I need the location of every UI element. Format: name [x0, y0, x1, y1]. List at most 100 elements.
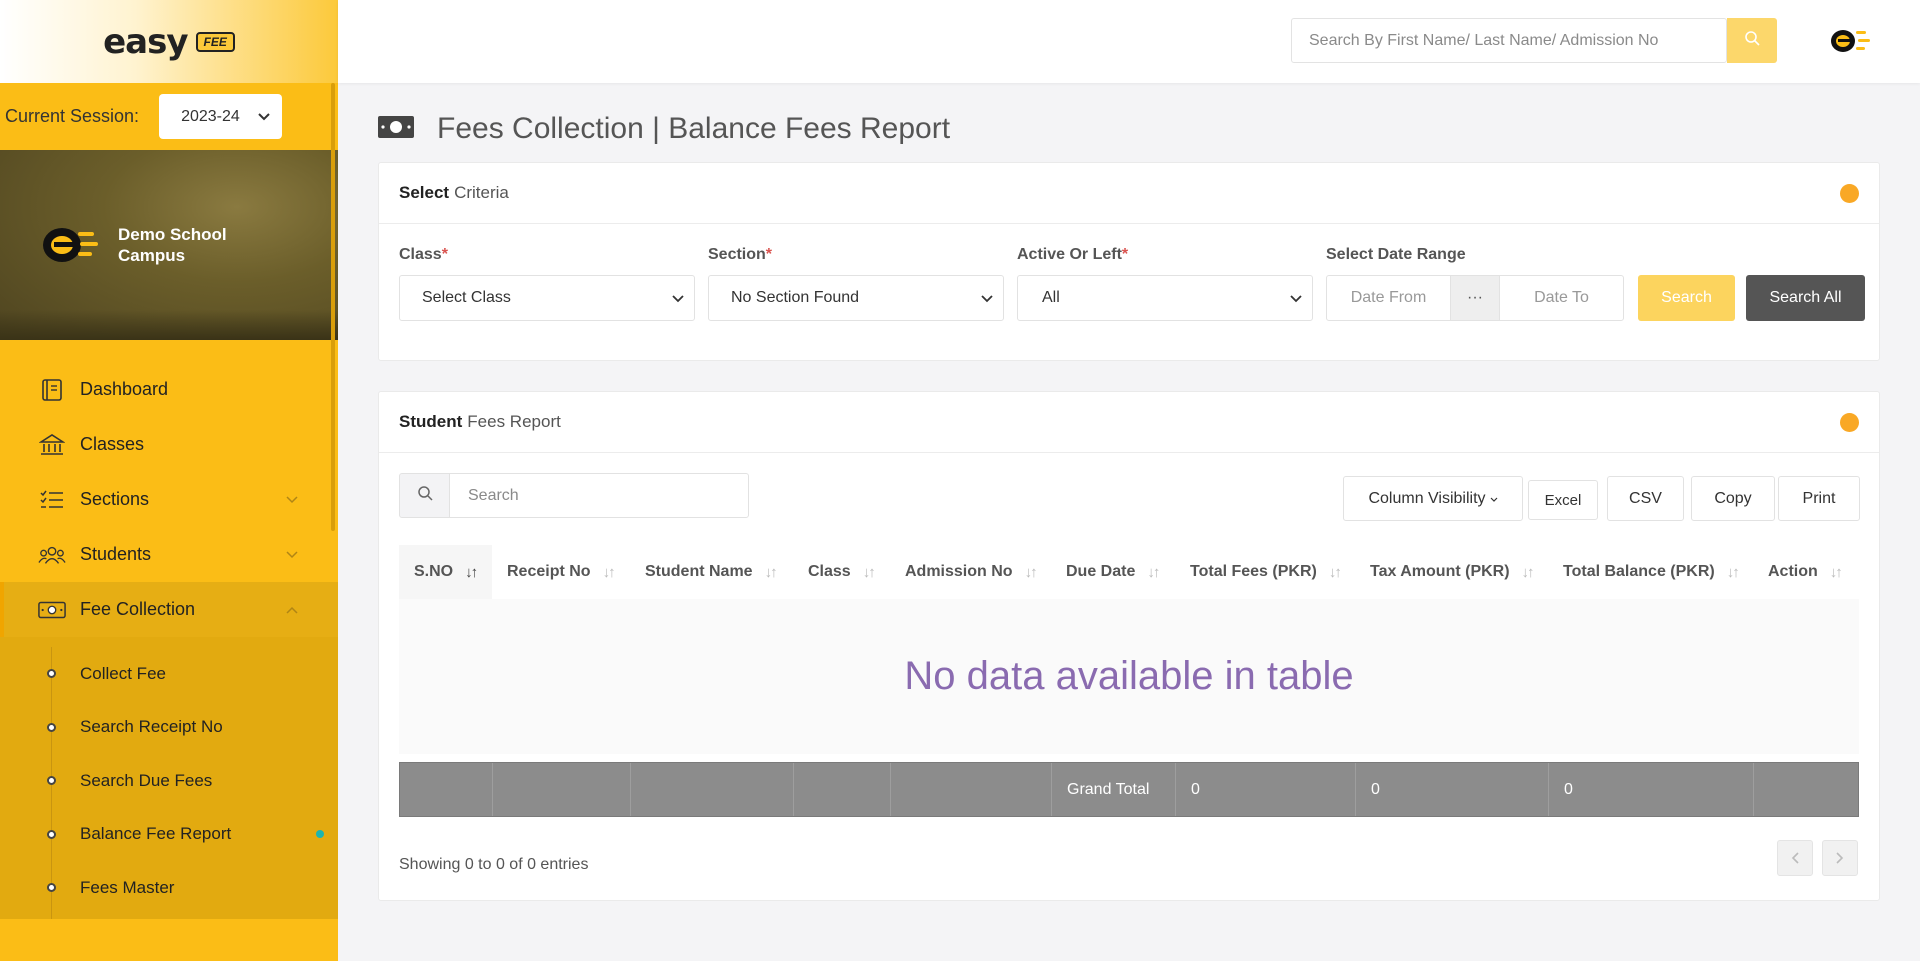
footer-cell — [794, 763, 891, 816]
collapse-toggle-icon[interactable] — [1840, 412, 1859, 432]
empty-table-message: No data available in table — [399, 599, 1859, 754]
sidebar-menu: Dashboard Classes Sections Students Fee … — [0, 340, 338, 919]
brand-logo[interactable]: easy FEE — [103, 22, 235, 62]
page-title: Fees Collection | Balance Fees Report — [377, 112, 950, 146]
grand-total-tax: 0 — [1356, 763, 1549, 816]
chevron-down-icon — [286, 548, 298, 562]
submenu-item-search-due-fees[interactable]: Search Due Fees — [0, 754, 338, 808]
search-all-button[interactable]: Search All — [1746, 275, 1865, 321]
sidebar-item-fee-collection[interactable]: Fee Collection — [0, 582, 338, 637]
global-search-button[interactable] — [1727, 18, 1777, 63]
csv-button[interactable]: CSV — [1607, 476, 1684, 521]
column-header-student-name[interactable]: Student Name ↓↑ — [630, 545, 793, 599]
date-range-label: Select Date Range — [1326, 246, 1466, 263]
sidebar-item-label: Sections — [80, 489, 150, 509]
chevron-down-icon — [286, 493, 298, 507]
submenu-item-label: Fees Master — [80, 877, 175, 897]
session-value: 2023-24 — [181, 107, 240, 125]
sort-icon: ↓↑ — [465, 563, 478, 581]
page-title-text: Fees Collection | Balance Fees Report — [437, 112, 951, 145]
submenu-item-label: Balance Fee Report — [80, 824, 232, 844]
date-from-input[interactable]: Date From — [1326, 275, 1451, 321]
column-header-tax-amount[interactable]: Tax Amount (PKR) ↓↑ — [1355, 545, 1548, 599]
chevron-right-icon — [1836, 848, 1844, 869]
sidebar: easy FEE Current Session: 2023-24 Demo S… — [0, 0, 338, 961]
search-button[interactable]: Search — [1638, 275, 1735, 321]
column-header-admission-no[interactable]: Admission No ↓↑ — [890, 545, 1051, 599]
sidebar-item-label: Fee Collection — [80, 599, 196, 619]
class-label: Class* — [399, 246, 448, 263]
date-to-input[interactable]: Date To — [1499, 275, 1624, 321]
collapse-toggle-icon[interactable] — [1840, 183, 1859, 203]
bullet-icon — [47, 722, 56, 732]
card-title-bold: Student — [399, 412, 463, 431]
sidebar-item-label: Students — [80, 544, 152, 564]
active-or-left-select[interactable]: All — [1017, 275, 1313, 321]
copy-button[interactable]: Copy — [1691, 476, 1775, 521]
student-fees-report-card: Student Fees Report Search Column Visibi… — [378, 391, 1880, 901]
table-footer-row: Grand Total 0 0 0 — [399, 762, 1859, 817]
chevron-down-icon — [981, 291, 993, 306]
column-header-action[interactable]: Action ↓↑ — [1753, 545, 1859, 599]
column-header-total-balance[interactable]: Total Balance (PKR) ↓↑ — [1548, 545, 1753, 599]
sort-icon: ↓↑ — [1829, 563, 1843, 581]
chevron-left-icon — [1791, 848, 1799, 869]
table-search-icon-box — [399, 473, 450, 518]
sort-icon: ↓↑ — [1328, 563, 1342, 581]
bullet-icon — [47, 829, 56, 839]
table-search-input[interactable]: Search — [449, 473, 749, 518]
sort-icon: ↓↑ — [1726, 563, 1740, 581]
date-range-separator: ··· — [1451, 275, 1499, 321]
table-info: Showing 0 to 0 of 0 entries — [399, 856, 589, 873]
sections-icon — [38, 486, 66, 514]
table-header-row: S.NO ↓↑ Receipt No ↓↑ Student Name ↓↑ Class… — [399, 545, 1859, 599]
column-header-total-fees[interactable]: Total Fees (PKR) ↓↑ — [1175, 545, 1355, 599]
submenu-item-collect-fee[interactable]: Collect Fee — [0, 647, 338, 701]
previous-page-button[interactable] — [1777, 840, 1813, 876]
class-select[interactable]: Select Class — [399, 275, 695, 321]
campus-banner: Demo School Campus — [0, 150, 338, 340]
sidebar-scrollbar[interactable] — [331, 83, 335, 531]
dashboard-icon — [38, 376, 66, 404]
sidebar-item-sections[interactable]: Sections — [0, 472, 338, 527]
column-header-class[interactable]: Class ↓↑ — [793, 545, 890, 599]
column-header-receipt-no[interactable]: Receipt No ↓↑ — [492, 545, 630, 599]
excel-button[interactable]: Excel — [1528, 480, 1598, 520]
fee-collection-submenu: Collect Fee Search Receipt No Search Due… — [0, 637, 338, 919]
print-button[interactable]: Print — [1778, 476, 1860, 521]
session-select[interactable]: 2023-24 — [159, 94, 283, 139]
next-page-button[interactable] — [1822, 840, 1858, 876]
submenu-item-label: Collect Fee — [80, 663, 166, 683]
grand-total-fees: 0 — [1176, 763, 1356, 816]
active-or-left-value: All — [1042, 289, 1060, 306]
global-search-input[interactable]: Search By First Name/ Last Name/ Admissi… — [1291, 18, 1727, 63]
select-criteria-card: Select Criteria Class* Select Class Sect… — [378, 162, 1880, 361]
user-avatar[interactable] — [1828, 22, 1872, 60]
sort-icon: ↓↑ — [602, 563, 616, 581]
sidebar-item-dashboard[interactable]: Dashboard — [0, 362, 338, 417]
logo-bar: easy FEE — [0, 0, 338, 83]
submenu-item-label: Search Due Fees — [80, 770, 213, 790]
bullet-icon — [47, 669, 56, 679]
sort-icon: ↓↑ — [1521, 563, 1535, 581]
column-visibility-label: Column Visibility — [1368, 489, 1486, 507]
submenu-item-balance-fee-report[interactable]: Balance Fee Report — [0, 808, 338, 862]
fee-collection-icon — [38, 596, 66, 624]
sort-icon: ↓↑ — [1024, 563, 1038, 581]
column-header-sno[interactable]: S.NO ↓↑ — [399, 545, 492, 599]
bullet-icon — [47, 883, 56, 893]
sort-icon: ↓↑ — [1147, 563, 1160, 581]
submenu-item-fees-master[interactable]: Fees Master — [0, 861, 338, 915]
card-title-bold: Select — [399, 183, 450, 202]
chevron-down-icon — [672, 291, 684, 306]
active-or-left-label: Active Or Left* — [1017, 246, 1129, 263]
submenu-item-search-receipt-no[interactable]: Search Receipt No — [0, 701, 338, 755]
money-icon — [377, 115, 415, 144]
column-header-due-date[interactable]: Due Date ↓↑ — [1051, 545, 1175, 599]
logo-badge: FEE — [195, 31, 235, 52]
sort-icon: ↓↑ — [862, 563, 876, 581]
section-select[interactable]: No Section Found — [708, 275, 1004, 321]
sidebar-item-classes[interactable]: Classes — [0, 417, 338, 472]
sidebar-item-students[interactable]: Students — [0, 527, 338, 582]
column-visibility-button[interactable]: Column Visibility — [1343, 476, 1523, 521]
